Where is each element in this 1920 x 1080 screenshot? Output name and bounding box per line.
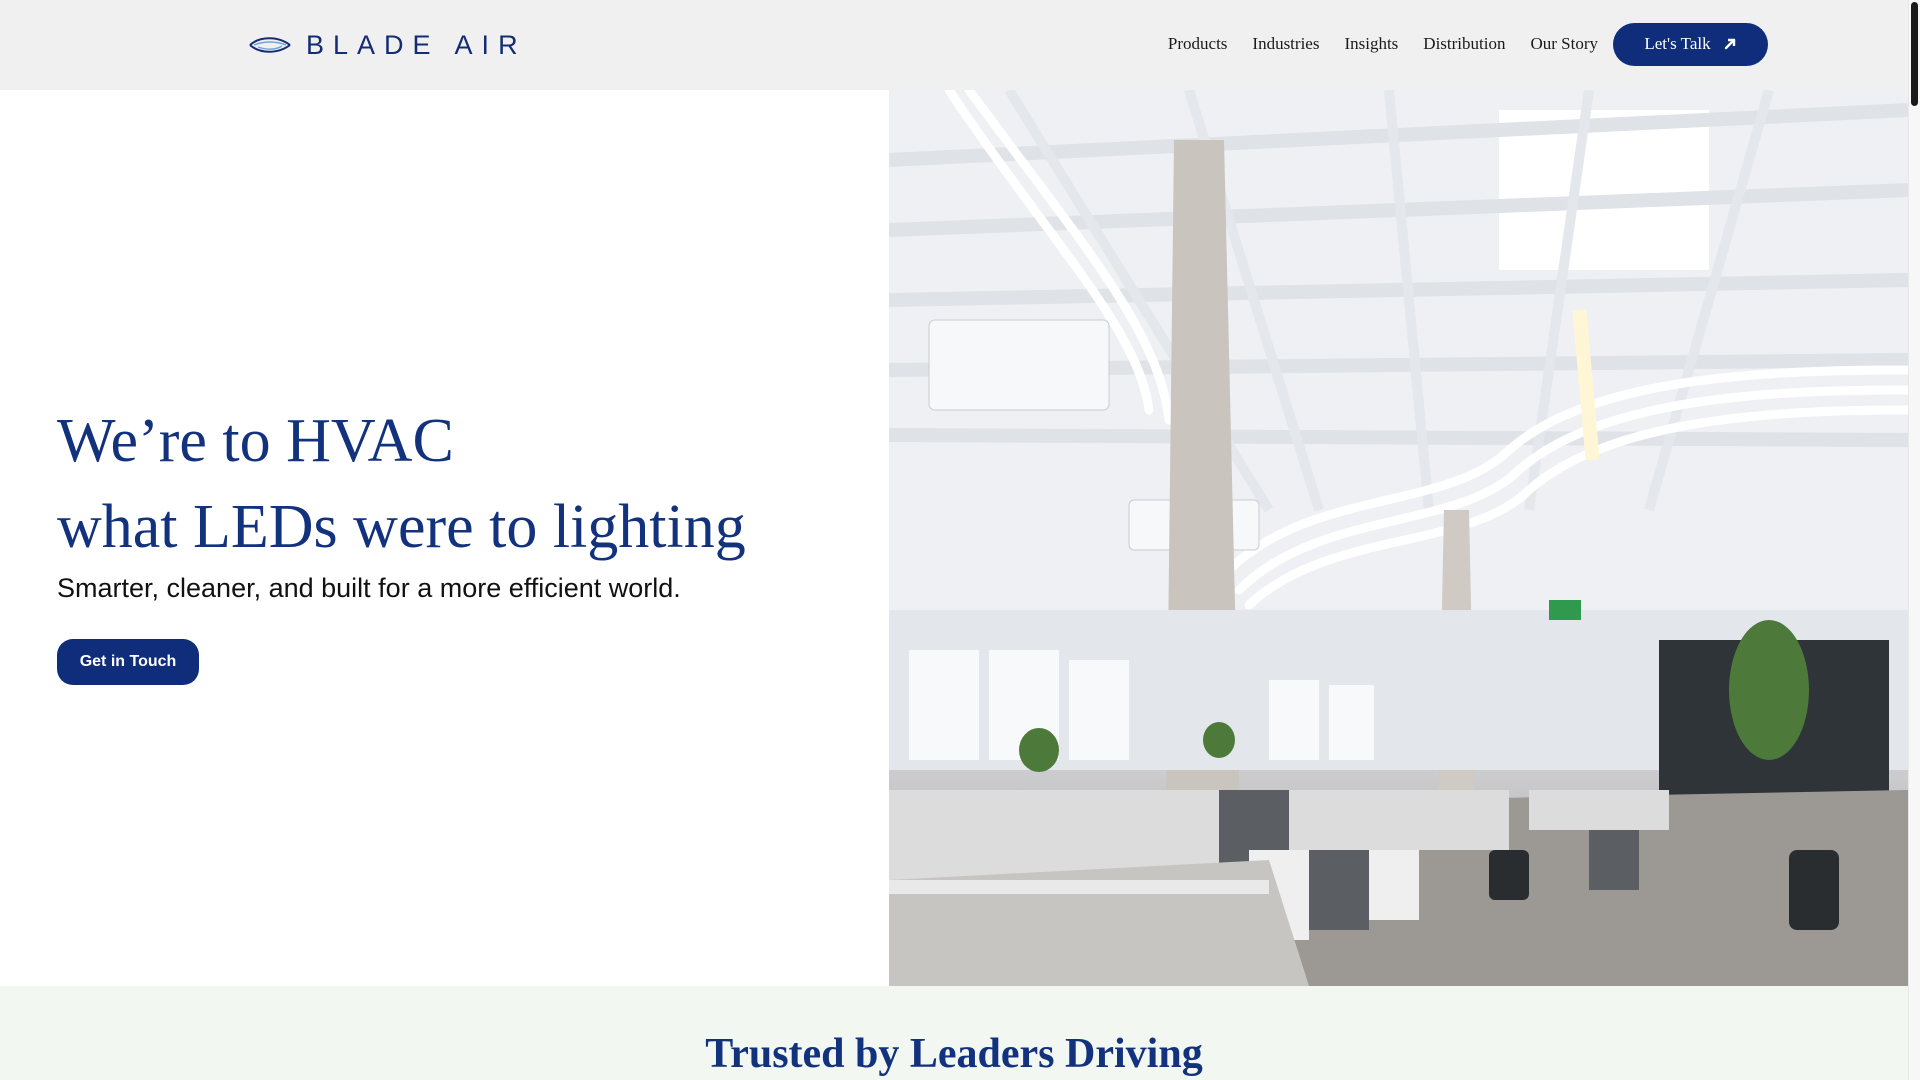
office-interior-illustration bbox=[889, 90, 1908, 986]
hero-title-line-2: what LEDs were to lighting bbox=[57, 493, 746, 561]
logo-wordmark: BLADE AIR bbox=[306, 29, 527, 60]
site-header: BLADE AIR Products Industries Insights D… bbox=[0, 0, 1908, 90]
page-scrollbar[interactable] bbox=[1908, 0, 1920, 1080]
main-nav: Products Industries Insights Distributio… bbox=[1168, 22, 1768, 66]
nav-industries[interactable]: Industries bbox=[1252, 34, 1319, 54]
hero-title-line-1: We’re to HVAC bbox=[57, 407, 454, 475]
trusted-section: Trusted by Leaders Driving bbox=[0, 986, 1908, 1080]
lets-talk-label: Let's Talk bbox=[1644, 34, 1711, 53]
get-in-touch-button[interactable]: Get in Touch bbox=[57, 639, 199, 685]
nav-distribution[interactable]: Distribution bbox=[1423, 34, 1505, 54]
get-in-touch-label: Get in Touch bbox=[79, 653, 177, 670]
nav-products[interactable]: Products bbox=[1168, 34, 1228, 54]
arrow-up-right-icon bbox=[1724, 38, 1735, 50]
lets-talk-button[interactable]: Let's Talk bbox=[1613, 22, 1768, 66]
trusted-title: Trusted by Leaders Driving bbox=[705, 1031, 1203, 1077]
hero-office-image bbox=[889, 90, 1908, 986]
scrollbar-thumb[interactable] bbox=[1911, 2, 1918, 106]
blade-air-logo-icon bbox=[249, 37, 291, 53]
brand-logo[interactable]: BLADE AIR bbox=[248, 28, 527, 62]
hero-title: We’re to HVAC what LEDs were to lighting bbox=[57, 398, 746, 570]
nav-insights[interactable]: Insights bbox=[1344, 34, 1398, 54]
nav-our-story[interactable]: Our Story bbox=[1530, 34, 1598, 54]
hero-subtitle: Smarter, cleaner, and built for a more e… bbox=[57, 573, 681, 603]
